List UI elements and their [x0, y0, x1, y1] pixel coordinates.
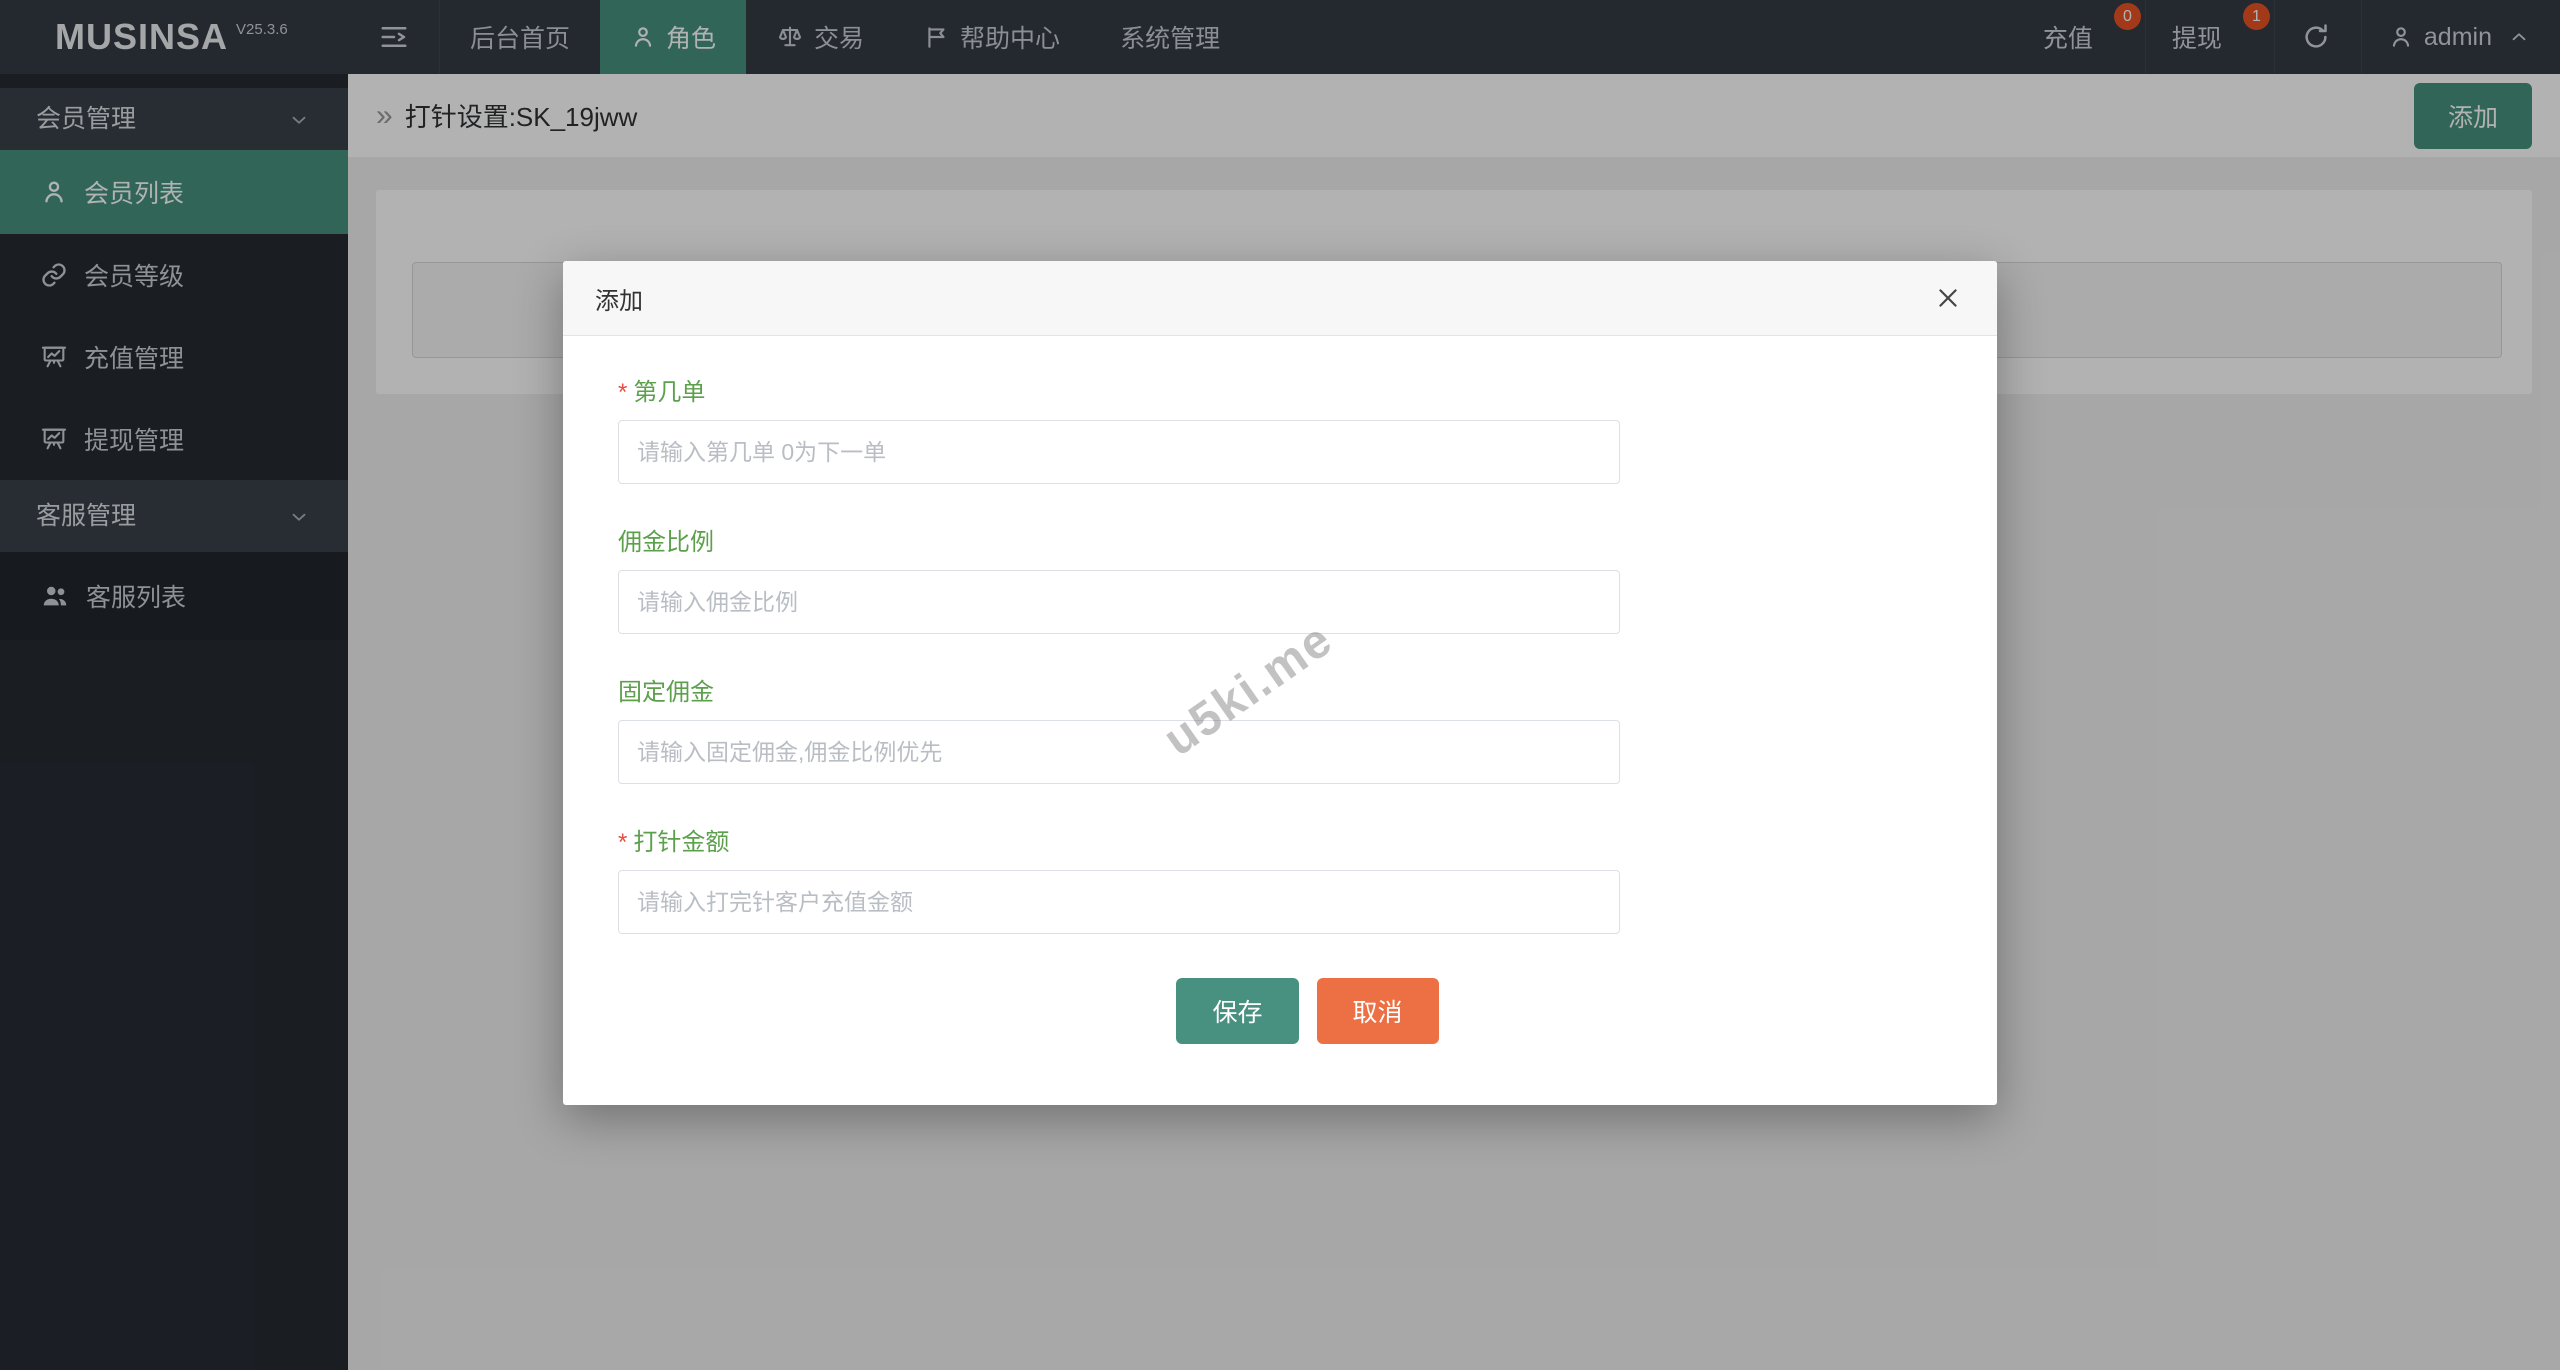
dialog-title: 添加 — [595, 281, 643, 316]
field-fixed-commission: 固定佣金 — [618, 678, 1997, 784]
required-asterisk: * — [618, 379, 627, 406]
field-injection-amount: *打针金额 — [618, 828, 1997, 934]
field-commission-rate: 佣金比例 — [618, 528, 1997, 634]
dialog-actions: 保存 取消 — [618, 978, 1997, 1044]
dialog-body: *第几单 佣金比例 固定佣金 *打针金额 保存 取消 — [563, 336, 1997, 1044]
save-button[interactable]: 保存 — [1176, 978, 1298, 1044]
cancel-button[interactable]: 取消 — [1317, 978, 1439, 1044]
close-icon — [1935, 285, 1961, 311]
required-asterisk: * — [618, 829, 627, 856]
field-label: *第几单 — [618, 378, 1997, 408]
fixed-commission-input[interactable] — [618, 720, 1620, 784]
field-label: 固定佣金 — [618, 678, 1997, 708]
field-label-text: 固定佣金 — [618, 679, 714, 706]
field-label-text: 打针金额 — [633, 829, 729, 856]
order-number-input[interactable] — [618, 420, 1620, 484]
field-label: *打针金额 — [618, 828, 1997, 858]
injection-amount-input[interactable] — [618, 870, 1620, 934]
field-label-text: 第几单 — [633, 379, 705, 406]
field-order-number: *第几单 — [618, 378, 1997, 484]
dialog-header: 添加 — [563, 261, 1997, 336]
field-label: 佣金比例 — [618, 528, 1997, 558]
commission-rate-input[interactable] — [618, 570, 1620, 634]
close-button[interactable] — [1931, 281, 1965, 315]
field-label-text: 佣金比例 — [618, 529, 714, 556]
add-dialog: 添加 *第几单 佣金比例 固定佣金 — [563, 261, 1997, 1105]
